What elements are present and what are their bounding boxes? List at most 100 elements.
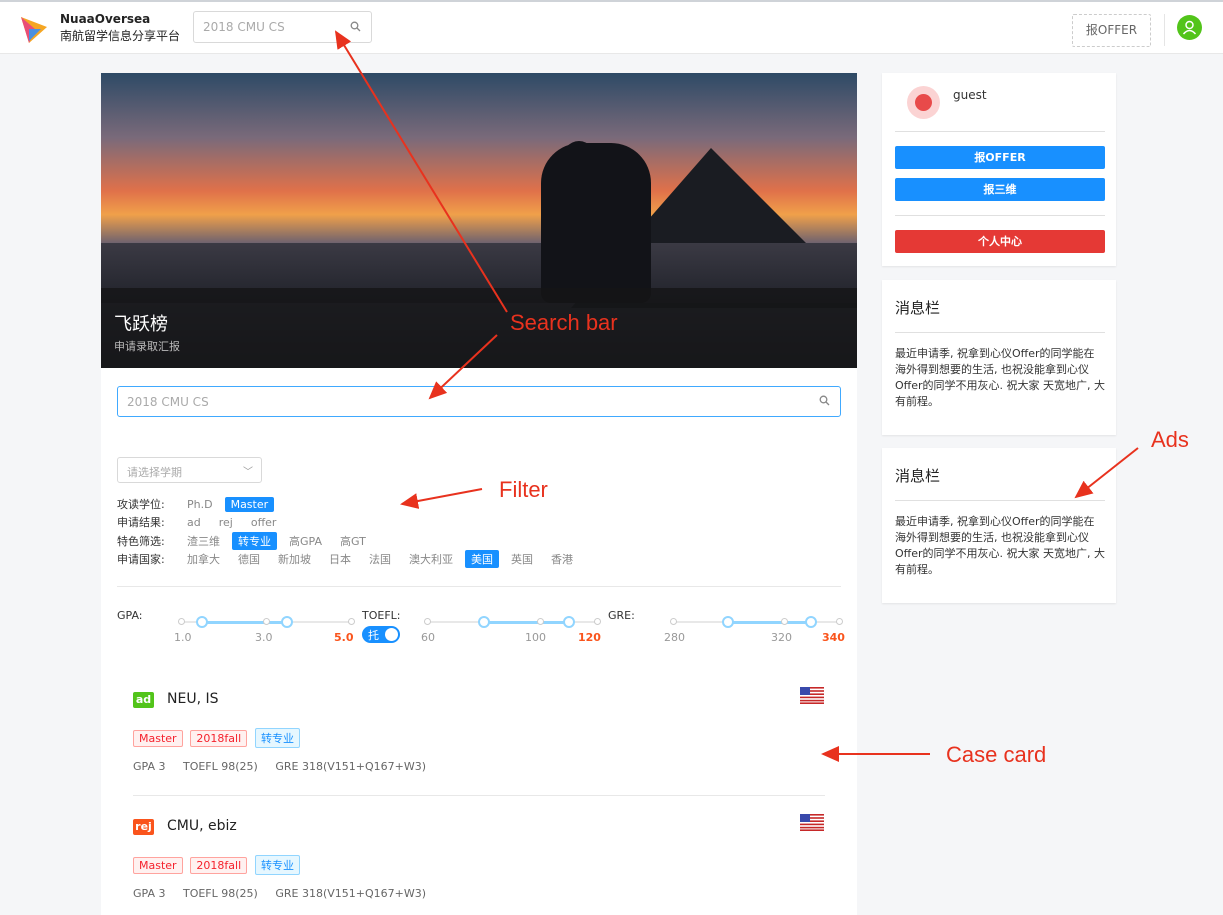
- filter-label: 特色筛选:: [117, 535, 165, 548]
- hero-banner: 飞跃榜 申请录取汇报: [101, 73, 857, 368]
- report-offer-button[interactable]: 报OFFER: [1072, 14, 1151, 47]
- term-select-placeholder: 请选择学期: [127, 466, 182, 479]
- notice-title: 消息栏: [895, 467, 941, 485]
- filter-option[interactable]: 高GPA: [283, 532, 328, 550]
- tag-major-switch: 转专业: [254, 855, 300, 875]
- gre-slider[interactable]: [670, 613, 843, 633]
- filter-label: 申请结果:: [117, 516, 165, 529]
- filter-row: 申请国家: 加拿大 德国 新加坡 日本 法国 澳大利亚 美国 英国 香港: [117, 550, 585, 568]
- filter-option[interactable]: 渣三维: [181, 532, 226, 550]
- result-badge: ad: [133, 692, 154, 708]
- slider-track: [202, 621, 288, 624]
- filter-option[interactable]: 香港: [545, 550, 579, 568]
- us-flag-icon: [800, 814, 824, 831]
- case-toefl: TOEFL 98(25): [182, 760, 258, 773]
- slider-handle[interactable]: [196, 616, 209, 628]
- tag-degree: Master: [133, 730, 183, 747]
- profile-center-button[interactable]: 个人中心: [895, 230, 1105, 253]
- slider-handle[interactable]: [805, 616, 818, 628]
- slider-dot: [178, 618, 185, 625]
- filter-label: 申请国家:: [117, 553, 165, 566]
- header-search-placeholder: 2018 CMU CS: [203, 20, 285, 34]
- slider-handle[interactable]: [477, 616, 490, 628]
- avatar[interactable]: [907, 86, 940, 119]
- case-title[interactable]: NEU, IS: [167, 691, 218, 707]
- toefl-toggle[interactable]: 托: [362, 626, 400, 643]
- brand-name-cn: 南航留学信息分享平台: [60, 29, 181, 43]
- filter-option[interactable]: 加拿大: [181, 550, 226, 568]
- slider-dot: [780, 618, 788, 625]
- hero-caption: 飞跃榜 申请录取汇报: [101, 288, 857, 368]
- user-card: guest 报OFFER 报三维 个人中心: [882, 73, 1116, 266]
- result-badge: rej: [133, 819, 154, 835]
- brand[interactable]: NuaaOversea 南航留学信息分享平台: [60, 11, 180, 45]
- toefl-tick-min: 60: [421, 631, 435, 644]
- divider: [895, 332, 1105, 333]
- main-search-placeholder: 2018 CMU CS: [127, 395, 209, 409]
- filter-option[interactable]: ad: [181, 515, 207, 530]
- gre-tick-min: 280: [664, 631, 685, 644]
- filter-option[interactable]: offer: [245, 515, 283, 530]
- slider-handle[interactable]: [281, 616, 294, 628]
- search-icon[interactable]: [350, 21, 361, 32]
- filter-option[interactable]: 美国: [465, 550, 499, 568]
- annotation-ads: Ads: [1151, 427, 1189, 452]
- main-panel: 飞跃榜 申请录取汇报 2018 CMU CS 请选择学期 ﹀ 攻读学位: Ph.D…: [101, 73, 857, 915]
- case-title[interactable]: CMU, ebiz: [167, 818, 237, 834]
- logo-icon[interactable]: [19, 15, 49, 45]
- filter-option[interactable]: 法国: [363, 550, 397, 568]
- tag-term: 2018fall: [190, 857, 248, 874]
- term-select[interactable]: 请选择学期 ﹀: [117, 457, 262, 483]
- divider: [895, 500, 1105, 501]
- filter-option[interactable]: 英国: [505, 550, 539, 568]
- slider-handle[interactable]: [722, 616, 735, 628]
- gpa-tick-max: 5.0: [334, 631, 354, 644]
- toefl-slider-label: TOEFL:: [362, 609, 401, 622]
- report-offer-button[interactable]: 报OFFER: [895, 146, 1105, 169]
- gpa-slider[interactable]: [178, 613, 355, 633]
- filter-option[interactable]: Master: [224, 497, 275, 512]
- slider-dot: [348, 618, 355, 625]
- slider-dot: [263, 618, 270, 625]
- filter-option[interactable]: Ph.D: [181, 497, 219, 512]
- notice-card: 消息栏 最近申请季, 祝拿到心仪Offer的同学能在海外得到想要的生活, 也祝没…: [882, 448, 1116, 603]
- header-divider: [1164, 14, 1165, 46]
- user-avatar-icon[interactable]: [1177, 15, 1202, 40]
- slider-handle[interactable]: [562, 616, 575, 628]
- case-toefl: TOEFL 98(25): [182, 887, 258, 900]
- gre-tick-mid: 320: [771, 631, 792, 644]
- gpa-slider-label: GPA:: [117, 609, 143, 622]
- divider: [133, 795, 825, 796]
- header-search-input[interactable]: 2018 CMU CS: [193, 11, 372, 43]
- search-icon[interactable]: [819, 395, 830, 406]
- filter-option[interactable]: 日本: [323, 550, 357, 568]
- filter-option[interactable]: 转专业: [232, 532, 277, 550]
- filter-row: 特色筛选: 渣三维 转专业 高GPA 高GT: [117, 532, 378, 550]
- tag-degree: Master: [133, 857, 183, 874]
- slider-track: [483, 621, 569, 624]
- report-scores-button[interactable]: 报三维: [895, 178, 1105, 201]
- toggle-knob: [385, 628, 398, 641]
- case-gpa: GPA 3: [133, 887, 166, 900]
- main-search-input[interactable]: 2018 CMU CS: [117, 386, 841, 417]
- username: guest: [953, 88, 987, 102]
- case-gpa: GPA 3: [133, 760, 166, 773]
- toefl-toggle-text: 托: [368, 629, 379, 642]
- toefl-tick-mid: 100: [525, 631, 546, 644]
- notice-body: 最近申请季, 祝拿到心仪Offer的同学能在海外得到想要的生活, 也祝没能拿到心…: [895, 347, 1106, 408]
- case-tags: Master 2018fall 转专业: [133, 728, 304, 748]
- filter-option[interactable]: 澳大利亚: [403, 550, 459, 568]
- hero-person: [541, 143, 651, 303]
- slider-dot: [836, 618, 843, 625]
- filter-option[interactable]: 新加坡: [272, 550, 317, 568]
- filter-option[interactable]: 高GT: [334, 532, 372, 550]
- hero-subtitle: 申请录取汇报: [114, 340, 180, 353]
- divider: [895, 131, 1105, 132]
- filter-option[interactable]: 德国: [232, 550, 266, 568]
- chevron-down-icon: ﹀: [243, 467, 253, 478]
- case-tags: Master 2018fall 转专业: [133, 855, 304, 875]
- toefl-slider[interactable]: [424, 613, 601, 633]
- filter-option[interactable]: rej: [213, 515, 239, 530]
- annotation-case-card: Case card: [946, 742, 1047, 767]
- slider-dot: [594, 618, 601, 625]
